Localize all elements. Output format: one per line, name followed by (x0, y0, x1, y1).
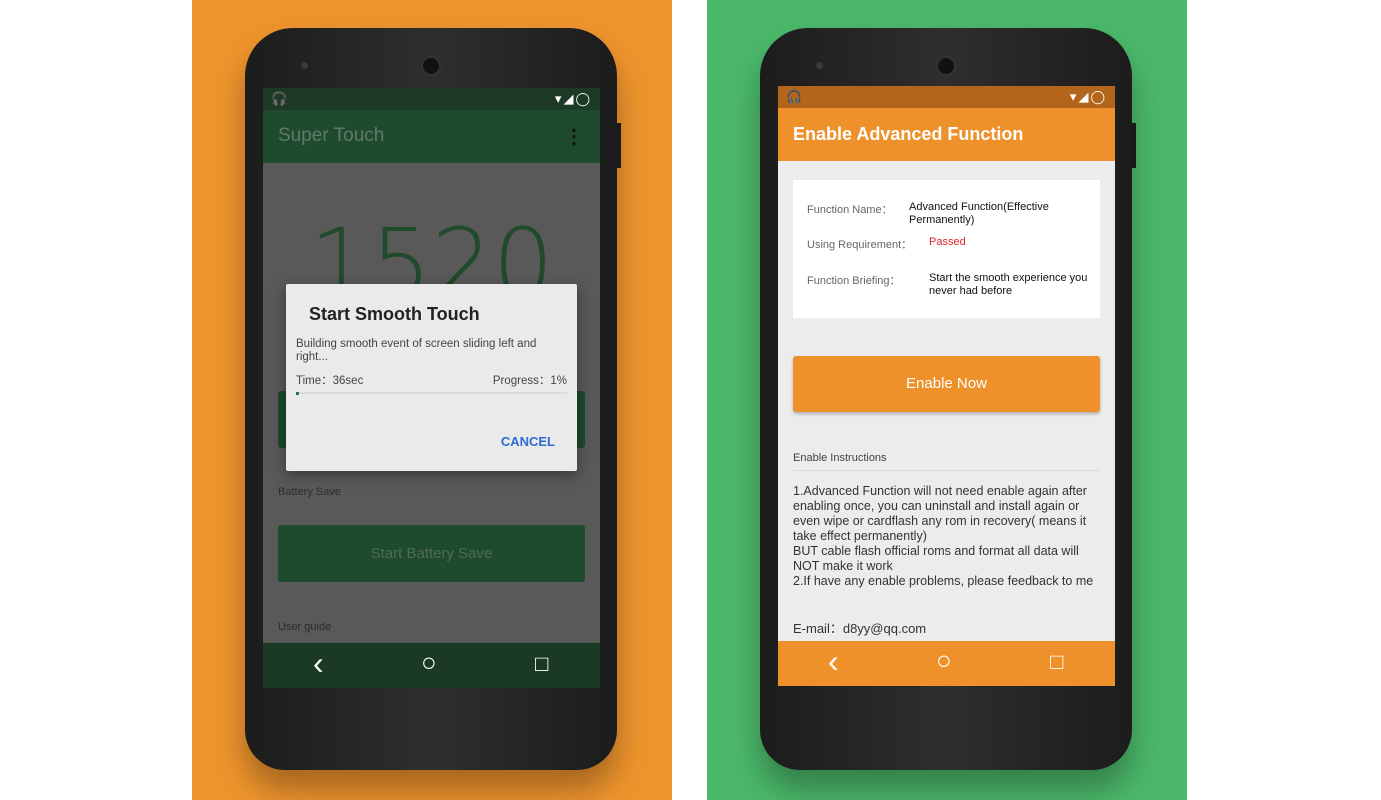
start-battery-save-button[interactable]: Start Battery Save (278, 525, 585, 582)
progress-label: Progress： (492, 375, 551, 387)
battery-label: Battery Save (278, 486, 341, 498)
info-label-name: Function Name： (807, 204, 893, 216)
progress-readout: Progress：1% (493, 372, 567, 388)
info-label-requirement: Using Requirement： (807, 239, 913, 251)
divider (793, 470, 1100, 471)
info-value-requirement: Passed (929, 236, 966, 248)
status-bar: 🎧 ▾◢◯ (778, 86, 1115, 108)
headphones-icon: 🎧 (786, 89, 803, 104)
screen-left: 🎧 ▾◢◯ Super Touch ⋮ 1520 Battery Save St… (263, 88, 600, 688)
user-guide-label: User guide (278, 621, 332, 633)
info-value-name: Advanced Function(Effective Permanently) (909, 201, 1049, 226)
right-panel: 🎧 ▾◢◯ Enable Advanced Function Function … (707, 0, 1187, 800)
progress-bar (296, 392, 567, 395)
info-label-briefing: Function Briefing： (807, 275, 901, 287)
info-value-briefing: Start the smooth experience you never ha… (929, 272, 1088, 297)
phone-left: 🎧 ▾◢◯ Super Touch ⋮ 1520 Battery Save St… (245, 28, 621, 770)
home-icon[interactable]: ○ (421, 647, 437, 678)
phone-right: 🎧 ▾◢◯ Enable Advanced Function Function … (760, 28, 1136, 770)
dialog-title: Start Smooth Touch (309, 304, 480, 324)
app-title: Enable Advanced Function (793, 124, 1024, 144)
speaker (421, 56, 441, 76)
email-row: E-mail：d8yy@qq.com (793, 618, 926, 637)
side-button (1132, 123, 1136, 168)
camera (816, 62, 823, 69)
screen-right: 🎧 ▾◢◯ Enable Advanced Function Function … (778, 86, 1115, 686)
speaker (936, 56, 956, 76)
instructions-title: Enable Instructions (793, 452, 887, 464)
nav-bar: ‹ ○ □ (263, 643, 600, 688)
nav-bar: ‹ ○ □ (778, 641, 1115, 686)
camera (301, 62, 308, 69)
app-bar: Enable Advanced Function (778, 108, 1115, 161)
headphones-icon: 🎧 (271, 91, 288, 106)
recent-apps-icon[interactable]: □ (535, 651, 548, 677)
home-icon[interactable]: ○ (936, 645, 952, 676)
time-readout: Time：36sec (296, 372, 363, 388)
info-card: Function Name： Advanced Function(Effecti… (793, 180, 1100, 318)
progress-fill (296, 392, 299, 395)
email-label: E-mail： (793, 621, 843, 636)
app-title: Super Touch (278, 125, 385, 146)
instructions-text: 1.Advanced Function will not need enable… (793, 484, 1094, 588)
back-icon[interactable]: ‹ (313, 645, 324, 682)
overflow-menu-icon[interactable]: ⋮ (564, 124, 584, 149)
side-button (617, 123, 621, 168)
status-bar: 🎧 ▾◢◯ (263, 88, 600, 110)
progress-value: 1% (550, 375, 567, 387)
dialog-message: Building smooth event of screen sliding … (296, 338, 537, 363)
time-label: Time： (296, 375, 333, 387)
recent-apps-icon[interactable]: □ (1050, 649, 1063, 675)
back-icon[interactable]: ‹ (828, 643, 839, 680)
status-icons: ▾◢◯ (554, 91, 592, 106)
app-bar: Super Touch ⋮ (263, 110, 600, 163)
time-value: 36sec (332, 375, 364, 387)
email-value[interactable]: d8yy@qq.com (843, 621, 926, 636)
cancel-button[interactable]: CANCEL (501, 434, 555, 449)
status-icons: ▾◢◯ (1069, 89, 1107, 104)
dialog: Start Smooth Touch Building smooth event… (286, 284, 577, 471)
enable-now-button[interactable]: Enable Now (793, 356, 1100, 412)
left-panel: 🎧 ▾◢◯ Super Touch ⋮ 1520 Battery Save St… (192, 0, 672, 800)
